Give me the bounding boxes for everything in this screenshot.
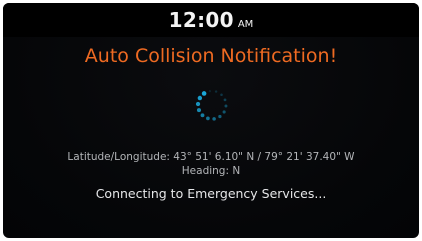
spinner-dot	[201, 91, 207, 96]
clock-ampm: AM	[237, 19, 254, 30]
spinner-dot	[222, 110, 226, 114]
clock-time: 12:00	[168, 8, 234, 32]
spinner-dot	[195, 101, 201, 107]
spinner-dot	[208, 90, 211, 93]
loading-spinner-icon	[195, 90, 228, 121]
clock: 12:00 AM	[169, 8, 254, 32]
spinner-dot	[200, 113, 205, 118]
status-bar: 12:00 AM	[3, 3, 419, 37]
spinner-dot	[196, 108, 201, 113]
heading-text: Heading: N	[181, 165, 241, 177]
spinner-dot	[224, 104, 228, 108]
connection-status-text: Connecting to Emergency Services...	[95, 186, 327, 201]
spinner-dot	[212, 117, 216, 121]
spinner-dot	[214, 90, 218, 93]
spinner-dot	[220, 93, 223, 96]
emergency-screen: 12:00 AM Auto Collision Notification! La…	[3, 3, 419, 238]
alert-title: Auto Collision Notification!	[84, 45, 338, 67]
spinner-dot	[197, 95, 203, 101]
coordinates-text: Latitude/Longitude: 43° 51' 6.10" N / 79…	[67, 151, 355, 163]
spinner-dot	[218, 114, 222, 119]
spinner-dot	[206, 116, 210, 121]
spinner-dot	[223, 98, 227, 102]
